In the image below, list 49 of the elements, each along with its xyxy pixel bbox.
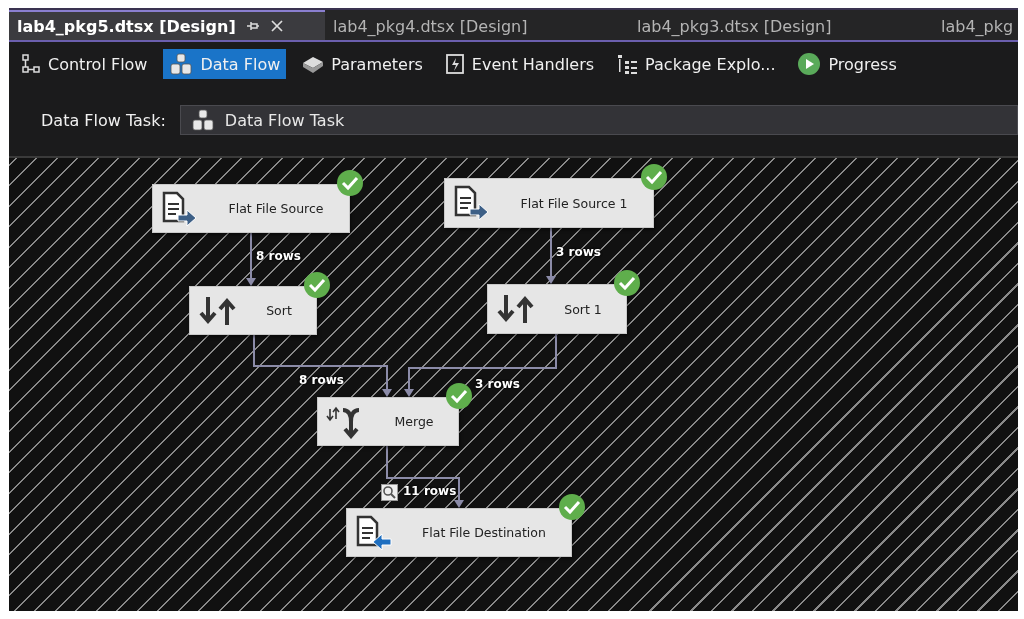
flowchart-icon	[21, 53, 41, 75]
task-label: Data Flow Task:	[41, 110, 166, 130]
connector-arrow[interactable]	[253, 334, 392, 397]
designer-tab[interactable]: Data Flow	[163, 49, 287, 79]
designer-tab[interactable]: Parameters	[296, 50, 429, 78]
magnifier-icon[interactable]	[381, 484, 398, 501]
document-tab[interactable]: lab4_pkg3.dtsx [Design]	[629, 10, 933, 40]
file-import-icon	[355, 513, 393, 552]
file-export-icon	[161, 189, 199, 228]
designer-tab-label: Package Explo...	[645, 54, 776, 74]
designer-tab-label: Event Handlers	[471, 54, 595, 74]
parameter-box-icon	[302, 54, 325, 74]
row-count: 8 rows	[256, 249, 301, 263]
designer-tab[interactable]: Control Flow	[15, 49, 154, 79]
connector-arrow[interactable]	[404, 333, 557, 397]
row-count: 3 rows	[556, 245, 601, 259]
row-count: 3 rows	[475, 377, 520, 391]
row-count: 11 rows	[403, 484, 457, 498]
document-tab[interactable]: lab4_pkg4.dtsx [Design]	[325, 10, 629, 40]
data-flow-icon	[169, 53, 194, 75]
component-node[interactable]: Flat File Destination	[346, 508, 572, 557]
component-node[interactable]: Flat File Source	[152, 184, 350, 233]
component-node[interactable]: Sort 1	[487, 284, 627, 334]
sort-arrows-icon	[496, 292, 536, 326]
file-export-icon	[453, 184, 491, 222]
document-tab[interactable]: lab4_pkg5.dtsx [Design]	[9, 10, 325, 40]
task-dropdown[interactable]: Data Flow Task	[179, 105, 1018, 135]
component-node[interactable]: Sort	[189, 286, 317, 335]
task-value: Data Flow Task	[224, 110, 345, 130]
designer-tab[interactable]: Event Handlers	[438, 49, 601, 79]
component-node[interactable]: Flat File Source 1	[444, 178, 654, 228]
designer-tab[interactable]: Package Explo...	[610, 49, 782, 79]
designer-tab-label: Control Flow	[48, 54, 148, 74]
pin-icon[interactable]	[245, 19, 260, 33]
designer-tab[interactable]: Progress	[791, 48, 903, 80]
data-flow-icon	[190, 109, 215, 131]
designer-tab-label: Progress	[828, 54, 897, 74]
designer-tab-label: Parameters	[331, 54, 423, 74]
designer-tab-label: Data Flow	[200, 54, 281, 74]
connector-arrow[interactable]	[246, 232, 256, 286]
document-tab[interactable]: lab4_pkg	[933, 10, 1018, 40]
event-handler-icon	[444, 53, 465, 75]
row-count: 8 rows	[299, 373, 344, 387]
component-node[interactable]: Merge	[317, 397, 459, 446]
close-icon[interactable]	[269, 19, 284, 33]
play-icon	[797, 52, 822, 76]
tree-list-icon	[616, 53, 639, 75]
connector-arrow[interactable]	[386, 445, 464, 508]
connector-arrow[interactable]	[546, 227, 556, 284]
